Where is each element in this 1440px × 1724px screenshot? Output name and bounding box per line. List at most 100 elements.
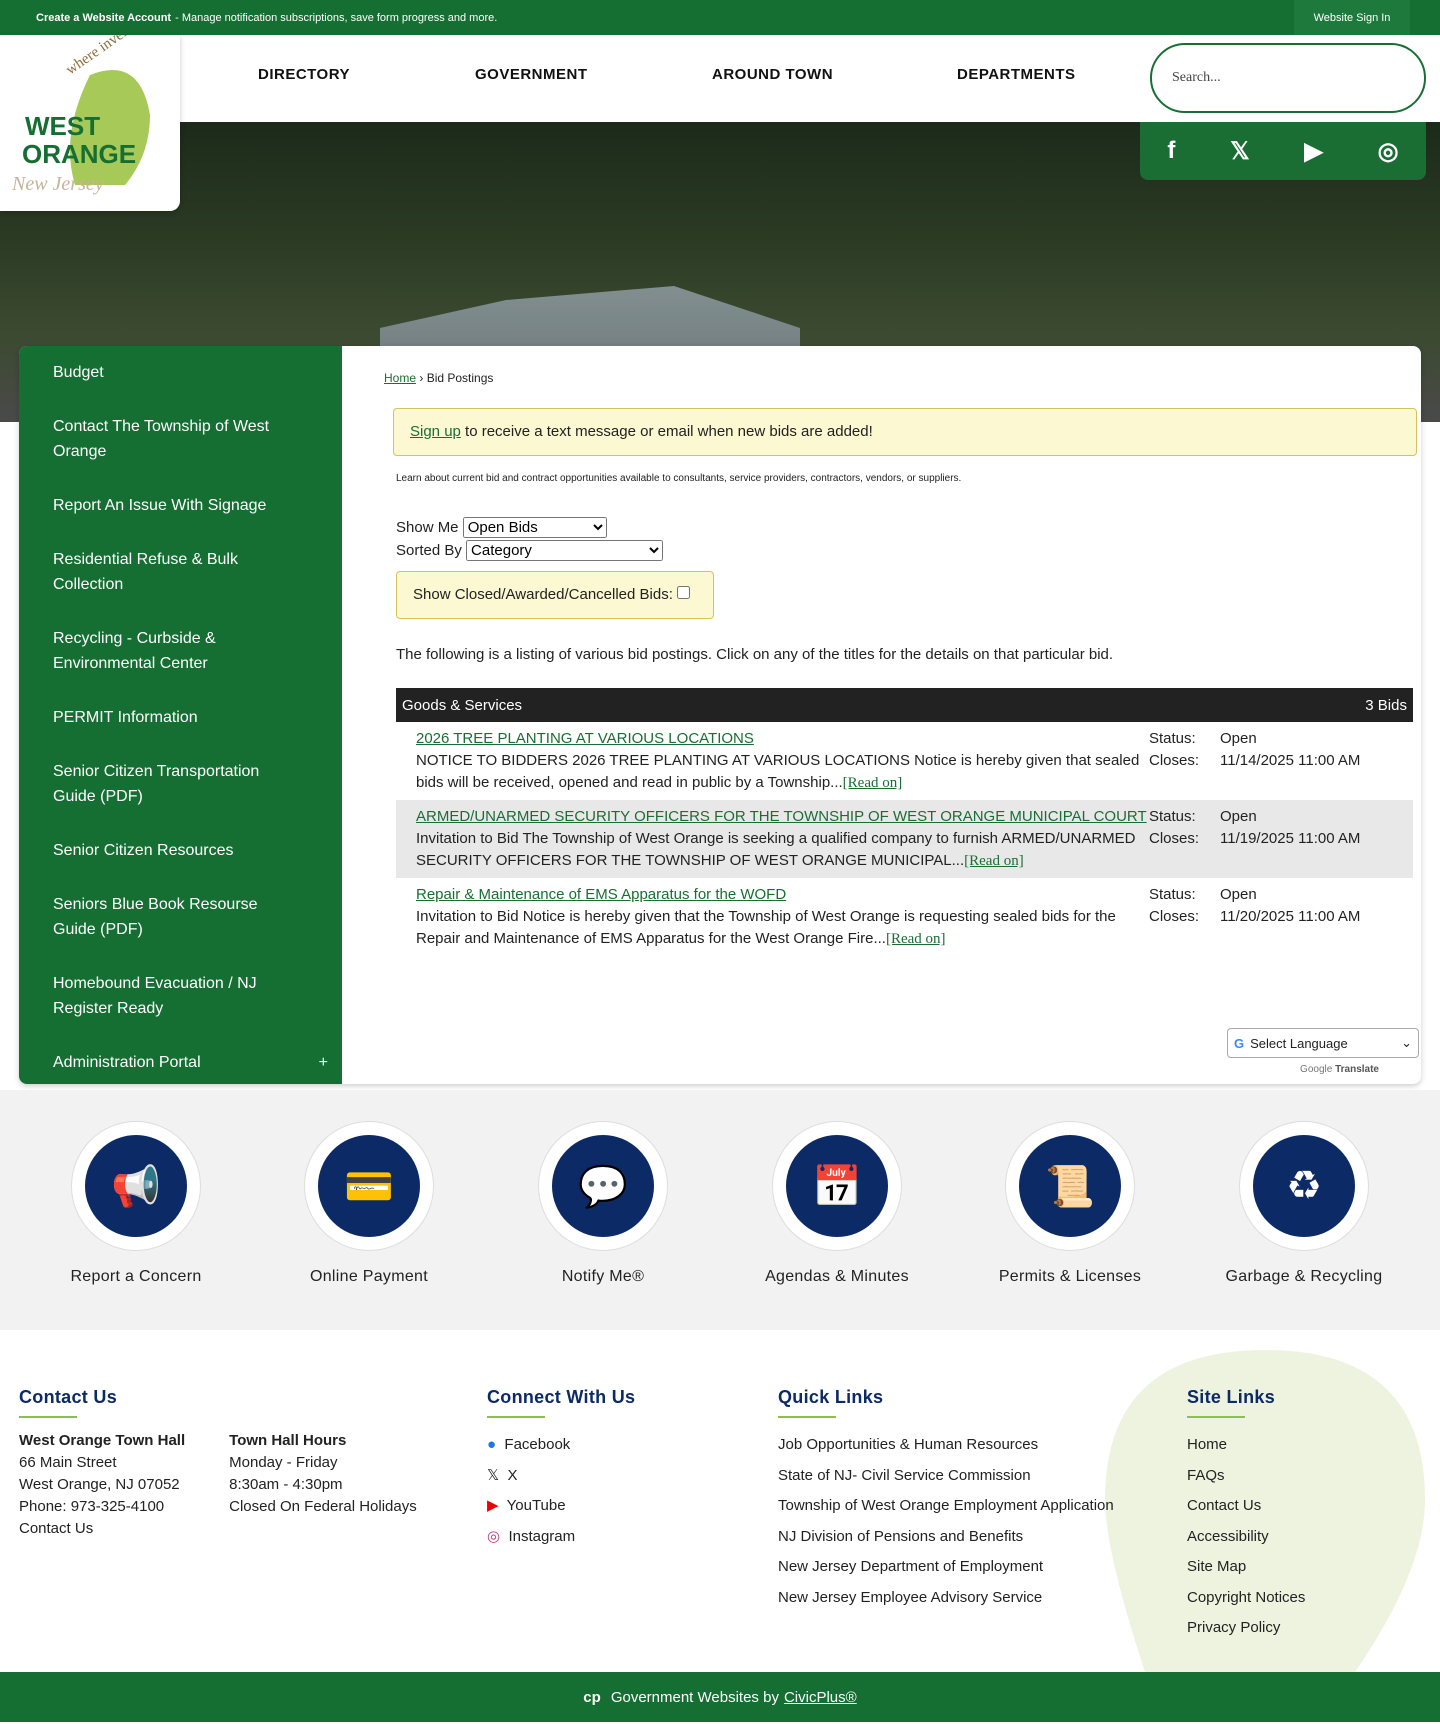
quick-link-agendas[interactable]: 📅 Agendas & Minutes	[742, 1122, 932, 1286]
megaphone-icon: 📢	[85, 1135, 187, 1237]
calendar-icon: 📅	[786, 1135, 888, 1237]
town-hall-name: West Orange Town Hall	[19, 1432, 186, 1449]
status-label: Status:	[1149, 886, 1196, 903]
footer-link[interactable]: Copyright Notices	[1187, 1583, 1305, 1614]
youtube-icon[interactable]: ▶	[1304, 137, 1322, 166]
nav-around-town[interactable]: AROUND TOWN	[712, 66, 833, 83]
footer-connect: Connect With Us ● Facebook 𝕏 X ▶ YouTube…	[487, 1386, 635, 1552]
footer-link[interactable]: Job Opportunities & Human Resources	[778, 1430, 1114, 1461]
bid-description: Invitation to Bid Notice is hereby given…	[416, 908, 1116, 947]
read-on-link[interactable]: [Read on]	[886, 931, 946, 947]
status-label: Status:	[1149, 808, 1196, 825]
nav-departments[interactable]: DEPARTMENTS	[957, 66, 1076, 83]
sorted-by-select[interactable]: Category	[466, 540, 664, 561]
sidebar-item-transportation[interactable]: Senior Citizen Transportation Guide (PDF…	[19, 759, 342, 809]
phone: Phone: 973-325-4100	[19, 1498, 165, 1515]
footer-quick-links: Quick Links Job Opportunities & Human Re…	[778, 1386, 1114, 1613]
logo[interactable]: where invention lives WEST ORANGE New Je…	[0, 0, 180, 211]
footer-link[interactable]: New Jersey Department of Employment	[778, 1552, 1114, 1583]
breadcrumb: Home › Bid Postings	[384, 371, 493, 385]
status-value: Open	[1220, 808, 1257, 825]
read-on-link[interactable]: [Read on]	[843, 775, 903, 791]
closes-value: 11/19/2025 11:00 AM	[1220, 830, 1361, 847]
svg-text:New Jersey: New Jersey	[11, 173, 104, 195]
sidebar-item-permit[interactable]: PERMIT Information	[19, 705, 342, 730]
bid-title-link[interactable]: ARMED/UNARMED SECURITY OFFICERS FOR THE …	[416, 808, 1147, 825]
quick-link-online-payment[interactable]: 💳 Online Payment	[274, 1122, 464, 1286]
footer-instagram-link[interactable]: ◎ Instagram	[487, 1522, 635, 1553]
site-links-heading: Site Links	[1187, 1386, 1305, 1418]
search-input[interactable]: Search...	[1150, 43, 1426, 113]
footer-link[interactable]: New Jersey Employee Advisory Service	[778, 1583, 1114, 1614]
bid-description: Invitation to Bid The Township of West O…	[416, 830, 1136, 869]
footer-link[interactable]: FAQs	[1187, 1461, 1305, 1492]
contact-us-link[interactable]: Contact Us	[19, 1520, 93, 1537]
footer-link[interactable]: Contact Us	[1187, 1491, 1305, 1522]
footer-link[interactable]: Township of West Orange Employment Appli…	[778, 1491, 1114, 1522]
facebook-icon[interactable]: f	[1167, 137, 1175, 165]
civicplus-link[interactable]: CivicPlus®	[784, 1689, 857, 1706]
sidebar-item-recycling[interactable]: Recycling - Curbside & Environmental Cen…	[19, 626, 342, 676]
bid-title-link[interactable]: 2026 TREE PLANTING AT VARIOUS LOCATIONS	[416, 730, 754, 747]
sidebar-item-refuse[interactable]: Residential Refuse & Bulk Collection	[19, 547, 342, 597]
footer-link[interactable]: Home	[1187, 1430, 1305, 1461]
closes-label: Closes:	[1149, 908, 1200, 925]
status-label: Status:	[1149, 730, 1196, 747]
website-sign-in-button[interactable]: Website Sign In	[1294, 0, 1410, 35]
sidebar-item-contact[interactable]: Contact The Township of West Orange	[19, 414, 342, 464]
youtube-icon: ▶	[487, 1497, 499, 1514]
recycling-bin-icon: ♻	[1253, 1135, 1355, 1237]
logo-image: where invention lives WEST ORANGE New Je…	[11, 0, 178, 195]
quick-links-heading: Quick Links	[778, 1386, 1114, 1418]
footer-link[interactable]: NJ Division of Pensions and Benefits	[778, 1522, 1114, 1553]
x-icon: 𝕏	[487, 1466, 500, 1484]
contact-heading: Contact Us	[19, 1386, 417, 1418]
quick-link-notify-me[interactable]: 💬 Notify Me®	[508, 1122, 698, 1286]
sidebar-item-senior-resources[interactable]: Senior Citizen Resources	[19, 838, 342, 863]
quick-link-garbage[interactable]: ♻ Garbage & Recycling	[1209, 1122, 1399, 1286]
sidebar-item-budget[interactable]: Budget	[19, 360, 342, 385]
footer-link[interactable]: Site Map	[1187, 1552, 1305, 1583]
sidebar-item-admin-portal[interactable]: Administration Portal +	[19, 1050, 342, 1075]
closes-label: Closes:	[1149, 752, 1200, 769]
footer-youtube-link[interactable]: ▶ YouTube	[487, 1491, 635, 1522]
expand-icon[interactable]: +	[319, 1050, 328, 1075]
hours-time: 8:30am - 4:30pm	[229, 1476, 343, 1493]
footer-link[interactable]: Privacy Policy	[1187, 1613, 1305, 1644]
bids-table: Goods & Services 3 Bids 2026 TREE PLANTIN…	[396, 688, 1413, 956]
show-closed-label: Show Closed/Awarded/Cancelled Bids:	[413, 586, 673, 603]
language-select[interactable]: G Select Language ⌄	[1227, 1028, 1419, 1058]
footer-x-link[interactable]: 𝕏 X	[487, 1461, 635, 1492]
quick-link-report-concern[interactable]: 📢 Report a Concern	[41, 1122, 231, 1286]
instagram-icon[interactable]: ◎	[1378, 137, 1399, 166]
svg-text:WEST: WEST	[25, 111, 100, 141]
show-me-select[interactable]: Open Bids	[462, 517, 607, 538]
quick-links-bar: 📢 Report a Concern 💳 Online Payment 💬 Notif…	[0, 1090, 1440, 1330]
read-on-link[interactable]: [Read on]	[964, 853, 1024, 869]
x-icon[interactable]: 𝕏	[1230, 137, 1249, 166]
footer-site-links: Site Links Home FAQs Contact Us Accessib…	[1187, 1386, 1305, 1644]
social-bar: f 𝕏 ▶ ◎	[1140, 122, 1426, 180]
certificate-icon: 📜	[1019, 1135, 1121, 1237]
quick-link-label: Online Payment	[309, 1268, 429, 1285]
closes-value: 11/20/2025 11:00 AM	[1220, 908, 1361, 925]
footer-link[interactable]: State of NJ- Civil Service Commission	[778, 1461, 1114, 1492]
sidebar-item-blue-book[interactable]: Seniors Blue Book Resourse Guide (PDF)	[19, 892, 342, 942]
nav-government[interactable]: GOVERNMENT	[475, 66, 588, 83]
hours-heading: Town Hall Hours	[229, 1432, 347, 1449]
breadcrumb-home[interactable]: Home	[384, 371, 416, 385]
sign-up-link[interactable]: Sign up	[410, 423, 461, 440]
sidebar-item-evacuation[interactable]: Homebound Evacuation / NJ Register Ready	[19, 971, 342, 1021]
quick-link-label: Permits & Licenses	[998, 1268, 1142, 1285]
create-account-link[interactable]: Create a Website Account	[36, 12, 171, 24]
chevron-down-icon: ⌄	[1401, 1035, 1412, 1050]
footer-contact: Contact Us West Orange Town Hall 66 Main …	[19, 1386, 417, 1540]
address-line-1: 66 Main Street	[19, 1454, 117, 1471]
show-closed-checkbox[interactable]	[677, 586, 691, 599]
footer-link[interactable]: Accessibility	[1187, 1522, 1305, 1553]
bid-title-link[interactable]: Repair & Maintenance of EMS Apparatus fo…	[416, 886, 786, 903]
sidebar-item-signage[interactable]: Report An Issue With Signage	[19, 493, 342, 518]
nav-directory[interactable]: DIRECTORY	[258, 66, 350, 83]
footer-facebook-link[interactable]: ● Facebook	[487, 1430, 635, 1461]
quick-link-permits[interactable]: 📜 Permits & Licenses	[975, 1122, 1165, 1286]
